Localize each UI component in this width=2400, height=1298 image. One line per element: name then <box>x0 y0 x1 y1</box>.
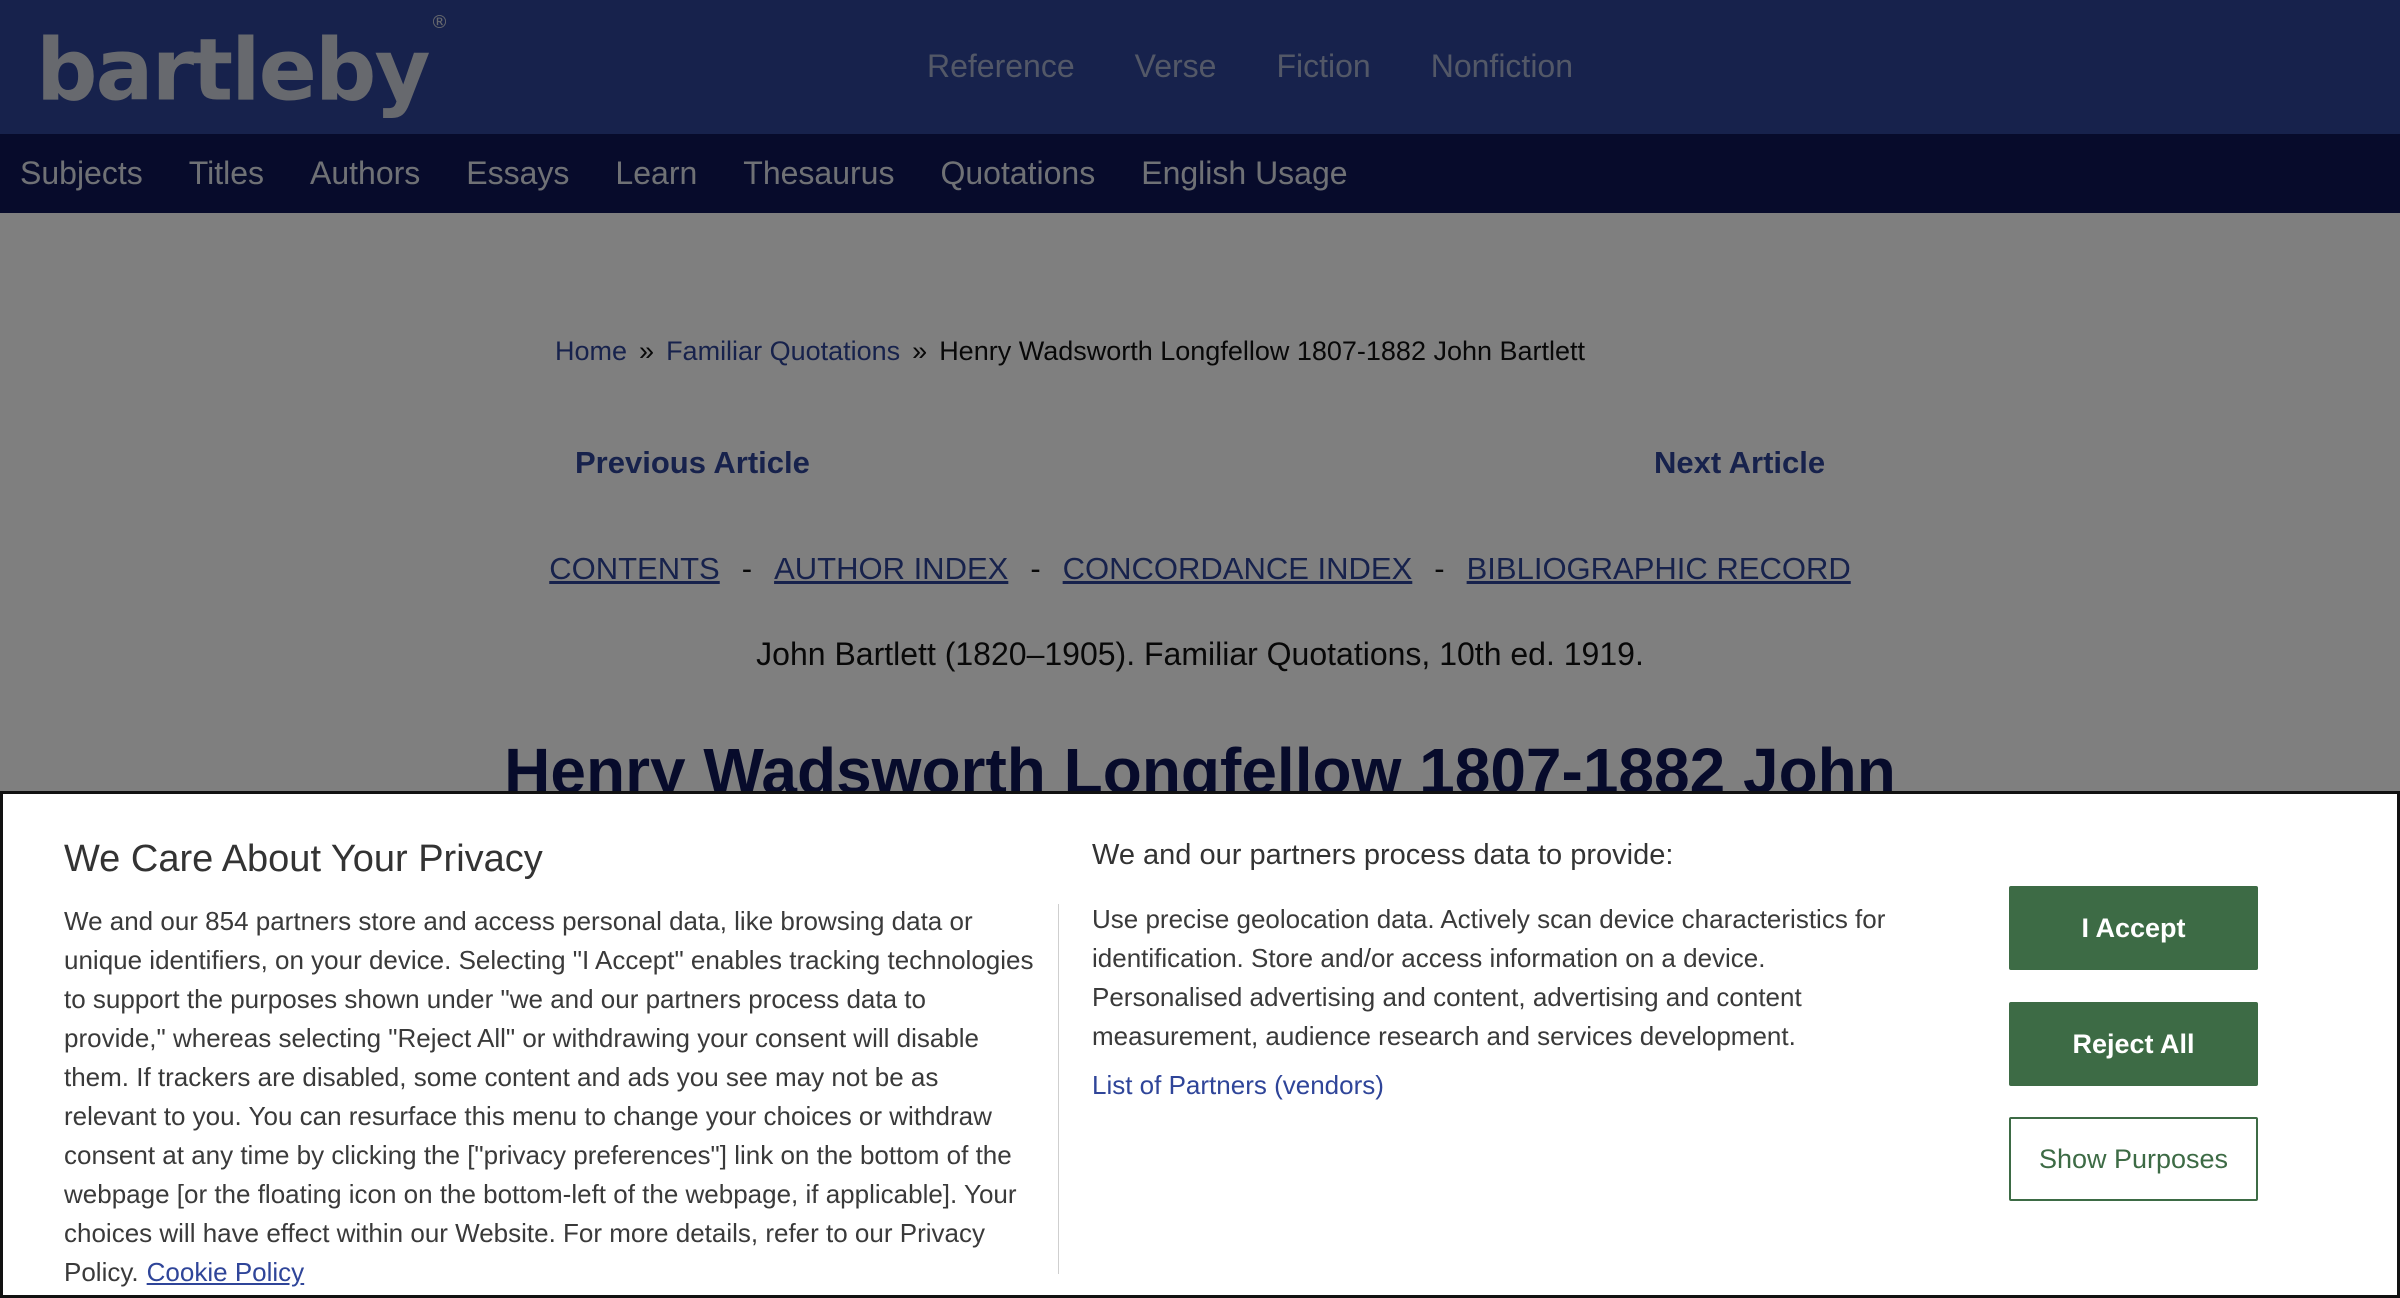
accept-button[interactable]: I Accept <box>2009 886 2258 970</box>
consent-title: We Care About Your Privacy <box>64 838 543 880</box>
cookie-policy-link[interactable]: Cookie Policy <box>147 1257 305 1287</box>
show-purposes-button[interactable]: Show Purposes <box>2009 1117 2258 1201</box>
partners-list-link[interactable]: List of Partners (vendors) <box>1092 1066 1384 1105</box>
banner-divider <box>1058 904 1059 1274</box>
consent-description: We and our 854 partners store and access… <box>64 902 1034 1292</box>
consent-body-text: We and our 854 partners store and access… <box>64 906 1034 1287</box>
privacy-consent-banner: We Care About Your Privacy We and our 85… <box>0 791 2400 1298</box>
purposes-description: Use precise geolocation data. Actively s… <box>1092 904 1886 1051</box>
purposes-title: We and our partners process data to prov… <box>1092 839 1674 871</box>
reject-all-button[interactable]: Reject All <box>2009 1002 2258 1086</box>
